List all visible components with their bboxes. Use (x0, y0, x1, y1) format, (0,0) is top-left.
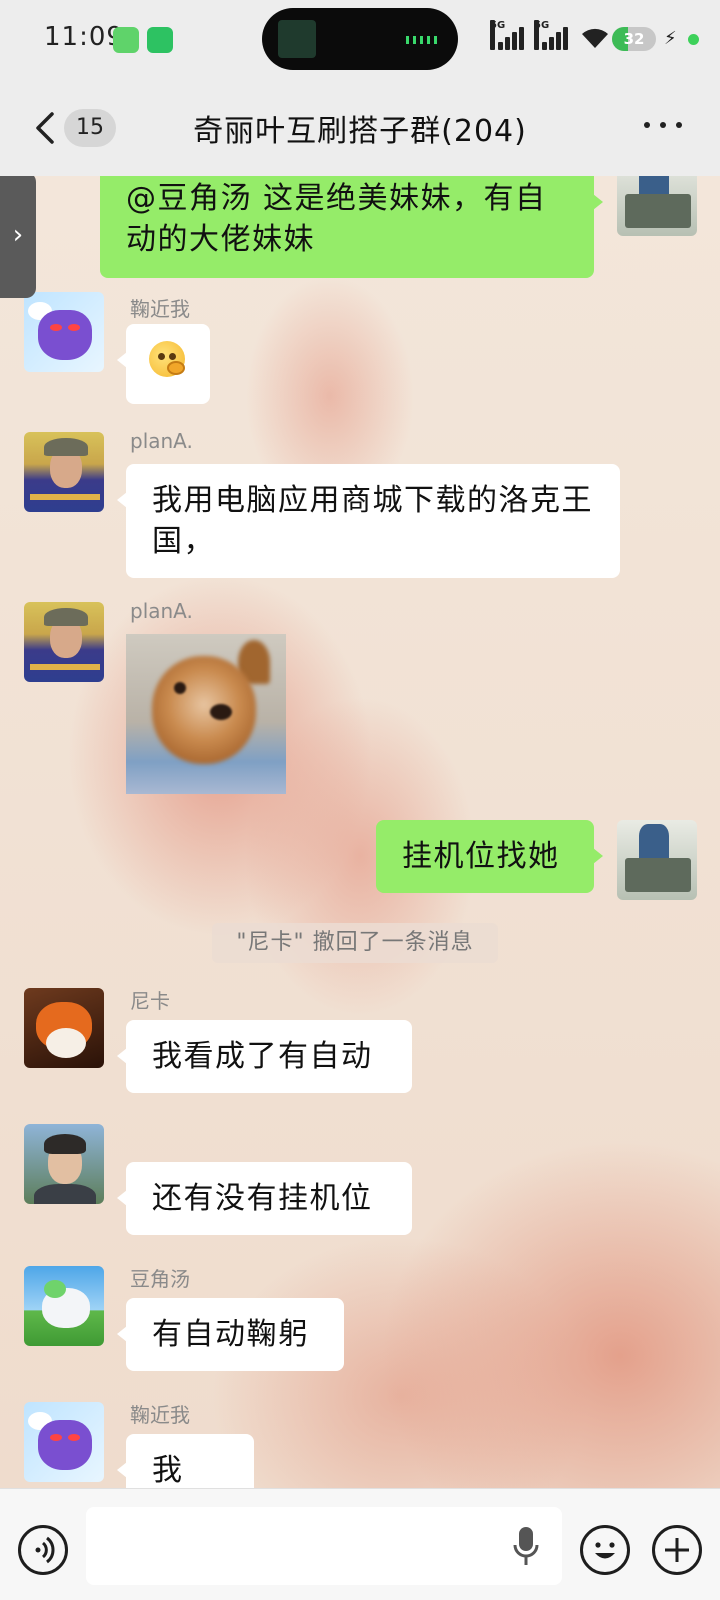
message-bubble[interactable]: 我用电脑应用商城下载的洛克王国， (117, 464, 620, 578)
battery-level: 32 (623, 30, 645, 48)
sender-name: planA. (130, 599, 193, 623)
gengar-avatar[interactable] (24, 1402, 104, 1482)
back-arrow-icon[interactable] (30, 110, 58, 146)
voice-wave-icon (35, 1536, 55, 1564)
album-cover-icon (278, 20, 316, 58)
gengar-avatar[interactable] (24, 292, 104, 372)
chat-header: 15 奇丽叶互刷搭子群(204) (0, 80, 720, 176)
side-panel-toggle[interactable]: › (0, 176, 36, 298)
emoji-icon[interactable] (580, 1525, 630, 1575)
signal-icon: 5G (490, 20, 528, 50)
fox-avatar[interactable] (24, 988, 104, 1068)
message-input-bar (0, 1488, 720, 1600)
sender-name: planA. (130, 429, 193, 453)
more-options-icon[interactable] (644, 122, 684, 132)
add-icon (665, 1538, 689, 1562)
unicorn-avatar[interactable] (24, 1266, 104, 1346)
wechat-notification-icon (147, 27, 173, 53)
message-bubble[interactable]: 还有没有挂机位 (117, 1162, 412, 1235)
boy-avatar[interactable] (24, 1124, 104, 1204)
sender-name: 豆角汤 (130, 1267, 190, 1291)
status-time: 11:09 (44, 22, 124, 52)
wifi-icon (582, 28, 608, 48)
signal-icon: 5G (534, 20, 572, 50)
my-avatar[interactable] (617, 176, 697, 236)
chat-message-list[interactable]: › @豆角汤 这是绝美妹妹，有自动的大佬妹妹 鞠近我 planA. 我用电脑应用… (0, 176, 720, 1488)
thinking-emoji-sticker (149, 341, 185, 377)
sender-name: 尼卡 (130, 989, 170, 1013)
message-bubble[interactable]: @豆角汤 这是绝美妹妹，有自动的大佬妹妹 (100, 176, 603, 278)
message-bubble[interactable]: 挂机位找她 (376, 820, 603, 893)
battery-indicator: 32 (612, 27, 656, 51)
microphone-icon[interactable] (512, 1525, 540, 1569)
voice-icon[interactable] (18, 1525, 68, 1575)
notification-app-icon (113, 27, 139, 53)
sender-name: 鞠近我 (130, 297, 190, 321)
message-bubble[interactable]: 我 ios (117, 1434, 254, 1488)
message-input[interactable] (86, 1507, 562, 1585)
audio-wave-icon (406, 36, 438, 44)
my-avatar[interactable] (617, 820, 697, 900)
plus-icon[interactable] (652, 1525, 702, 1575)
planA-avatar[interactable] (24, 432, 104, 512)
charging-icon: ⚡ (664, 28, 677, 49)
message-bubble[interactable]: 有自动鞠躬 (117, 1298, 344, 1371)
status-bar: 11:09 5G 5G 32 ⚡ (0, 0, 720, 80)
recall-notice: "尼卡" 撤回了一条消息 (212, 923, 498, 963)
chevron-right-icon: › (12, 220, 24, 250)
message-bubble[interactable]: 我看成了有自动 (117, 1020, 412, 1093)
sender-name: 鞠近我 (130, 1403, 190, 1427)
privacy-dot-icon (688, 34, 699, 45)
chat-title: 奇丽叶互刷搭子群(204) (193, 114, 527, 149)
smiley-face-icon (595, 1542, 615, 1559)
unread-count-badge[interactable]: 15 (64, 109, 116, 147)
dog-image-message[interactable] (126, 634, 286, 794)
sticker-message[interactable] (117, 324, 210, 404)
planA-avatar[interactable] (24, 602, 104, 682)
dynamic-island-media[interactable] (262, 8, 458, 70)
